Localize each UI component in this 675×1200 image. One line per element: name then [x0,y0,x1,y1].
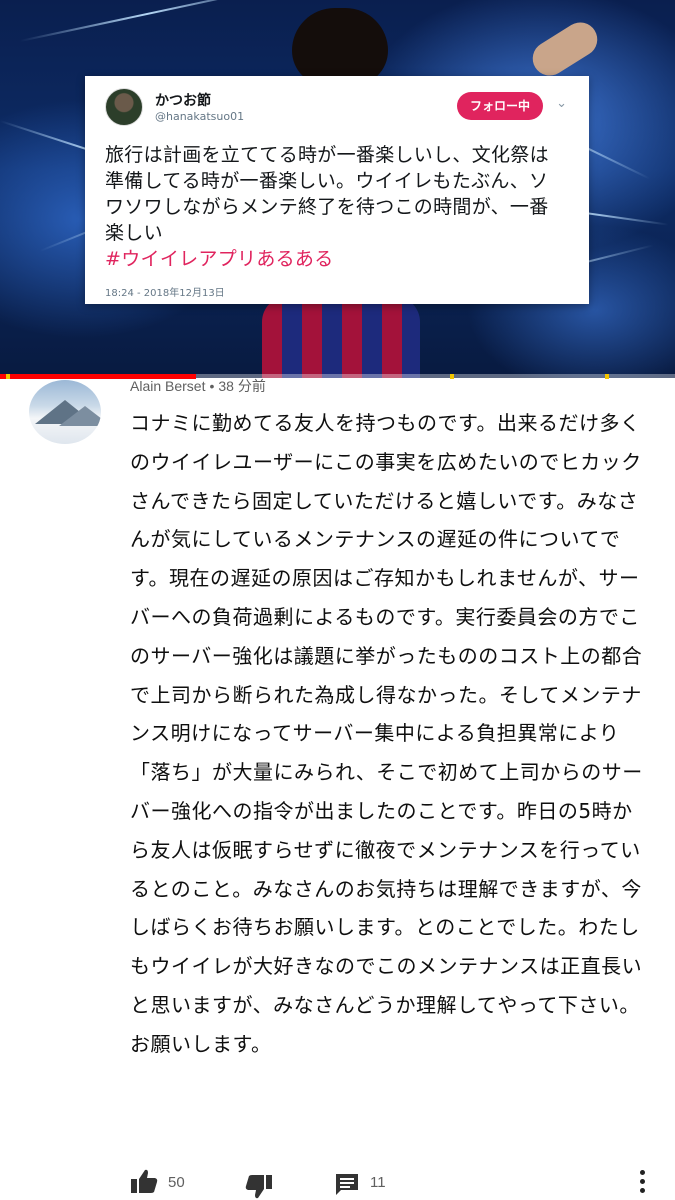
light-streak [19,0,275,42]
reply-icon[interactable] [334,1172,360,1196]
comment-text: コナミに勤めてる友人を持つものです。出来るだけ多くのウイイレユーザーにこの事実を… [130,411,643,1056]
tweet-handle: @hanakatsuo01 [155,110,245,123]
embedded-tweet: かつお節 @hanakatsuo01 フォロー中 ⌄ 旅行は計画を立ててる時が一… [85,76,589,304]
thumbs-down-icon[interactable] [245,1174,273,1200]
comment-avatar[interactable] [29,380,101,444]
tweet-hashtag: #ウイイレアプリあるある [105,248,334,270]
avatar-mountain [59,406,101,426]
dot [639,1179,645,1184]
like-count: 50 [168,1174,185,1191]
tweet-header: かつお節 @hanakatsuo01 フォロー中 ⌄ [105,88,567,134]
follow-button: フォロー中 [457,92,543,120]
tweet-avatar [105,88,143,126]
ad-marker [450,374,454,379]
player-shirt [262,296,420,378]
tweet-display-name: かつお節 [155,93,211,109]
player-head [292,8,388,86]
comment-meta: Alain Berset • 38 分前 [130,376,266,396]
comment-author[interactable]: Alain Berset [130,378,205,394]
dot [639,1170,645,1175]
ad-marker [605,374,609,379]
video-frame[interactable]: かつお節 @hanakatsuo01 フォロー中 ⌄ 旅行は計画を立ててる時が一… [0,0,675,378]
reply-count: 11 [370,1174,386,1191]
comment-time: 38 分前 [218,378,266,394]
dot [639,1188,645,1193]
ad-marker [6,374,10,379]
video-progress-bar[interactable] [0,374,675,379]
comment-actions: 50 11 [0,1160,675,1200]
chevron-down-icon: ⌄ [556,96,567,111]
thumbs-up-icon[interactable] [130,1168,158,1194]
more-options-icon[interactable] [632,1170,652,1198]
tweet-body: 旅行は計画を立ててる時が一番楽しいし、文化祭は準備してる時が一番楽しい。ウイイレ… [105,144,549,244]
tweet-timestamp: 18:24 - 2018年12月13日 [105,288,225,299]
meta-separator: • [209,378,215,394]
player-arm [526,16,604,82]
